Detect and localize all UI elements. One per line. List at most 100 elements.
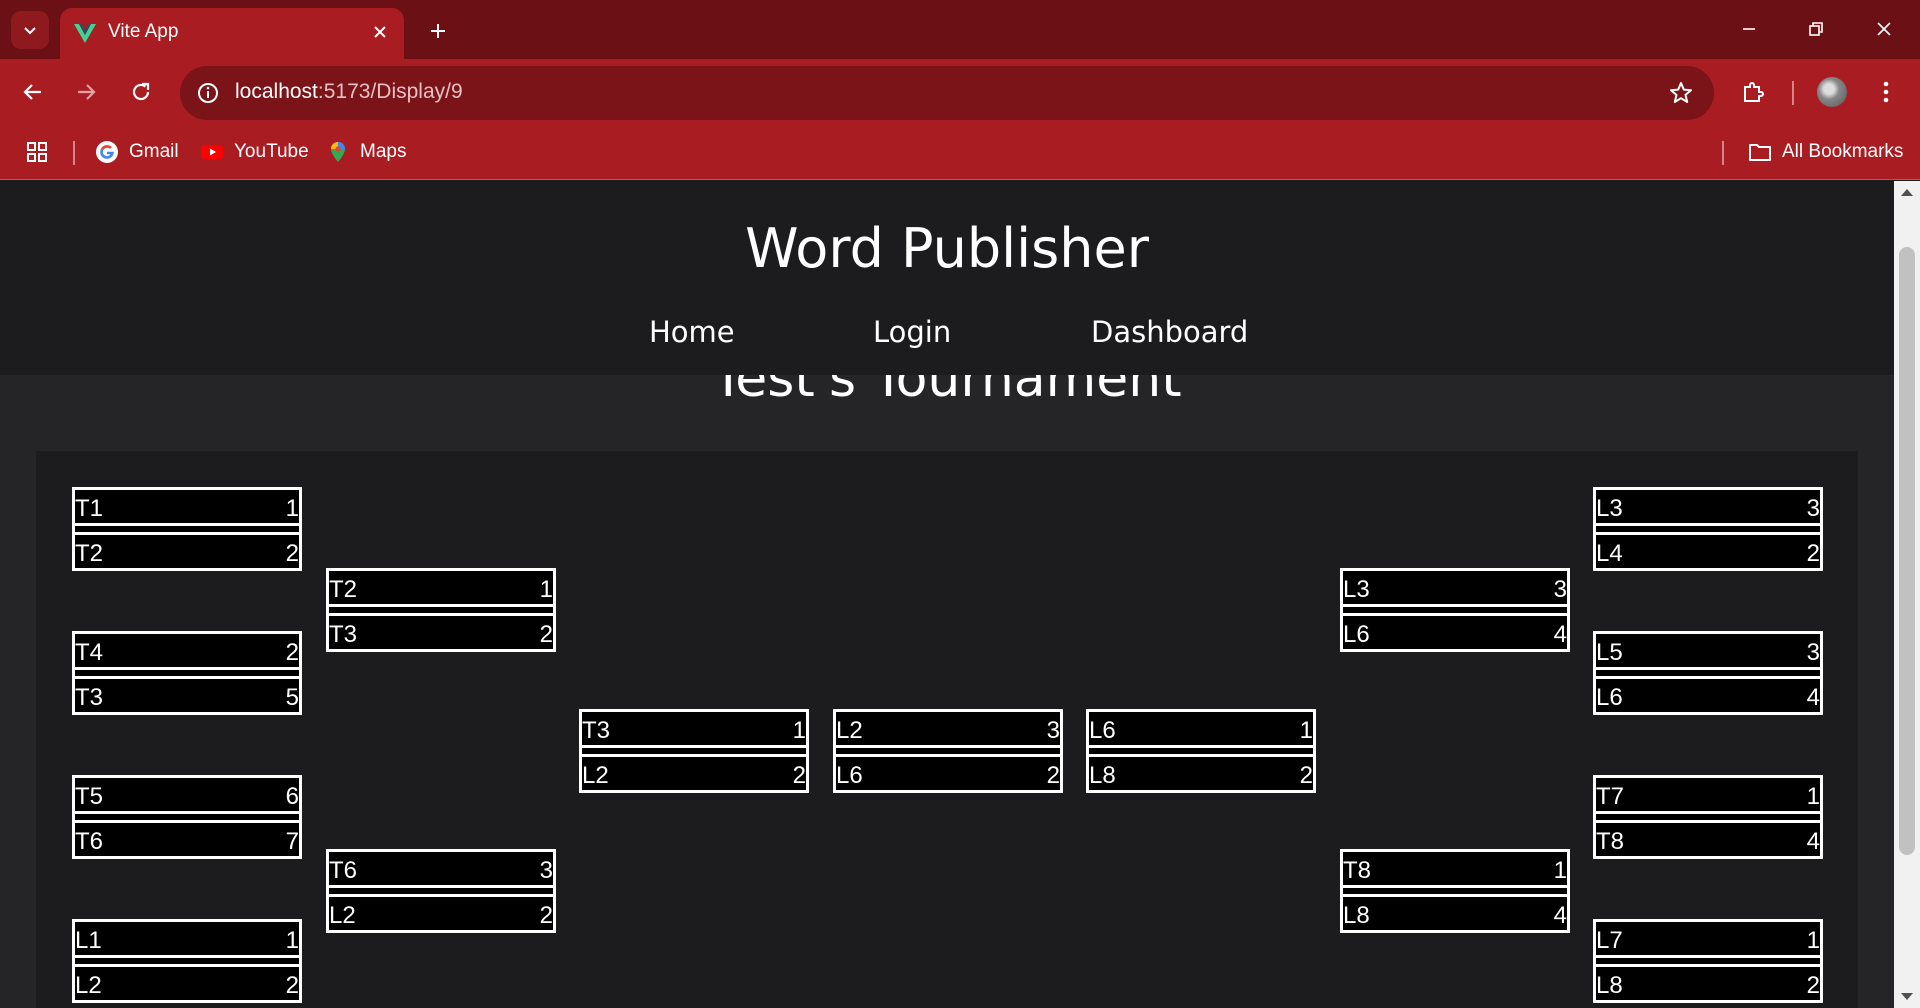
match-r3-1[interactable]: T3 1 L2 2	[579, 709, 809, 793]
team-slot: T1 1	[75, 490, 299, 526]
tab-search-button[interactable]	[11, 11, 49, 49]
scroll-down-arrow[interactable]	[1901, 993, 1913, 1000]
bookmark-gmail-label: Gmail	[129, 141, 179, 162]
restore-button[interactable]	[1792, 11, 1840, 47]
match-r1-8[interactable]: L7 1 L8 2	[1593, 919, 1823, 1003]
team-score: 2	[1806, 972, 1820, 999]
match-r1-7[interactable]: T7 1 T8 4	[1593, 775, 1823, 859]
scroll-thumb[interactable]	[1899, 247, 1915, 855]
team-name: L7	[1596, 927, 1623, 954]
team-name: L6	[836, 762, 863, 789]
team-name: L2	[836, 717, 863, 744]
close-icon	[374, 26, 386, 38]
team-score: 1	[1806, 783, 1820, 810]
google-icon	[96, 141, 118, 163]
bookmark-gmail[interactable]: Gmail	[95, 138, 179, 166]
match-r2-2[interactable]: T6 3 L2 2	[326, 849, 556, 933]
team-name: L2	[329, 902, 356, 929]
toolbar-separator	[1792, 81, 1794, 105]
team-score: 4	[1553, 621, 1567, 648]
team-name: L8	[1596, 972, 1623, 999]
nav-home-link[interactable]: Home	[649, 315, 735, 349]
minimize-button[interactable]	[1725, 11, 1773, 47]
match-r2-4[interactable]: T8 1 L8 4	[1340, 849, 1570, 933]
team-slot: L8 2	[1596, 964, 1820, 1000]
site-header: Word Publisher Home Login Dashboard	[0, 181, 1894, 375]
match-r1-2[interactable]: T4 2 T3 5	[72, 631, 302, 715]
close-window-button[interactable]	[1860, 11, 1908, 47]
team-slot: T6 7	[75, 820, 299, 856]
match-r2-1[interactable]: T2 1 T3 2	[326, 568, 556, 652]
profile-avatar[interactable]	[1817, 77, 1847, 107]
site-title: Word Publisher	[745, 217, 1149, 280]
bookmark-star-icon[interactable]	[1668, 80, 1694, 106]
team-name: T2	[75, 540, 104, 567]
restore-icon	[1809, 22, 1823, 36]
team-score: 6	[285, 783, 299, 810]
team-slot: L3 3	[1596, 490, 1820, 526]
apps-button[interactable]	[25, 138, 49, 166]
team-name: L3	[1596, 495, 1623, 522]
team-name: T3	[329, 621, 358, 648]
team-slot: T3 5	[75, 676, 299, 712]
tab-close-button[interactable]	[368, 20, 392, 44]
team-score: 1	[539, 576, 553, 603]
team-name: L2	[582, 762, 609, 789]
team-slot: T3 1	[582, 712, 806, 748]
match-r1-5[interactable]: L3 3 L4 2	[1593, 487, 1823, 571]
nav-login-link[interactable]: Login	[873, 315, 951, 349]
team-score: 1	[1299, 717, 1313, 744]
team-score: 2	[539, 621, 553, 648]
maps-pin-icon	[331, 142, 345, 162]
team-name: L1	[75, 927, 102, 954]
match-final[interactable]: L2 3 L6 2	[833, 709, 1063, 793]
team-slot: L2 2	[582, 754, 806, 790]
team-name: L5	[1596, 639, 1623, 666]
match-r1-6[interactable]: L5 3 L6 4	[1593, 631, 1823, 715]
address-bar[interactable]: localhost:5173/Display/9	[180, 66, 1714, 120]
url-host: localhost	[235, 80, 318, 103]
all-bookmarks-label: All Bookmarks	[1782, 141, 1904, 162]
team-slot: L1 1	[75, 922, 299, 958]
team-slot: L2 2	[329, 894, 553, 930]
reload-button[interactable]	[121, 72, 161, 112]
team-name: T8	[1596, 828, 1625, 855]
back-button[interactable]	[13, 72, 53, 112]
team-slot: T6 3	[329, 852, 553, 888]
bookmark-youtube[interactable]: YouTube	[200, 138, 309, 166]
more-vertical-icon	[1883, 81, 1889, 103]
page-scrollbar[interactable]	[1894, 181, 1920, 1008]
team-name: T2	[329, 576, 358, 603]
team-score: 7	[285, 828, 299, 855]
team-score: 3	[1806, 639, 1820, 666]
match-r2-3[interactable]: L3 3 L6 4	[1340, 568, 1570, 652]
browser-titlebar: Vite App	[0, 0, 1920, 59]
match-r3-2[interactable]: L6 1 L8 2	[1086, 709, 1316, 793]
match-r1-3[interactable]: T5 6 T6 7	[72, 775, 302, 859]
browser-menu-button[interactable]	[1866, 72, 1906, 112]
team-score: 2	[285, 972, 299, 999]
url-text[interactable]: localhost:5173/Display/9	[235, 80, 463, 104]
bookmark-maps[interactable]: Maps	[326, 138, 406, 166]
tab-title: Vite App	[108, 21, 179, 42]
browser-tab[interactable]: Vite App	[60, 8, 404, 59]
team-score: 1	[1806, 927, 1820, 954]
nav-dashboard-link[interactable]: Dashboard	[1091, 315, 1248, 349]
team-name: T6	[329, 857, 358, 884]
team-score: 2	[285, 540, 299, 567]
team-slot: L6 4	[1343, 613, 1567, 649]
new-tab-button[interactable]	[420, 16, 456, 46]
team-slot: L3 3	[1343, 571, 1567, 607]
match-r1-1[interactable]: T1 1 T2 2	[72, 487, 302, 571]
reload-icon	[132, 82, 150, 101]
folder-icon	[1749, 144, 1771, 161]
extensions-button[interactable]	[1733, 72, 1773, 112]
forward-button[interactable]	[66, 72, 106, 112]
match-r1-4[interactable]: L1 1 L2 2	[72, 919, 302, 1003]
site-info-icon[interactable]	[196, 81, 220, 105]
team-name: T1	[75, 495, 104, 522]
all-bookmarks-button[interactable]: All Bookmarks	[1748, 138, 1903, 166]
team-score: 3	[539, 857, 553, 884]
bookmark-maps-label: Maps	[360, 141, 407, 162]
scroll-up-arrow[interactable]	[1901, 189, 1913, 196]
